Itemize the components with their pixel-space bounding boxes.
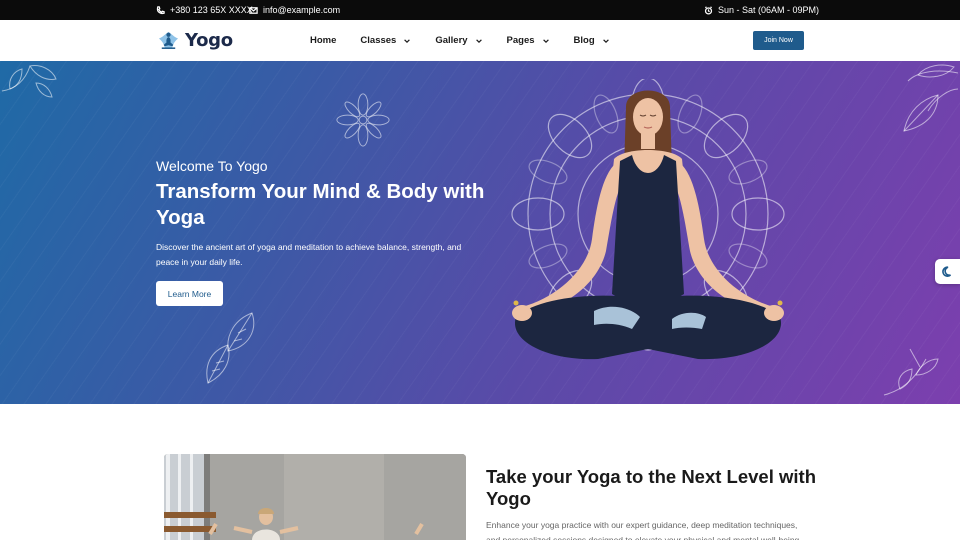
chevron-down-icon [404, 38, 411, 43]
nav-item-pages[interactable]: Pages [507, 35, 550, 46]
nav-item-label: Classes [360, 35, 397, 46]
chevron-down-icon [602, 38, 609, 43]
brand-logo[interactable]: Yogo [156, 28, 233, 53]
chevron-down-icon [475, 38, 482, 43]
alarm-clock-icon [704, 5, 713, 15]
phone-contact[interactable]: +380 123 65X XXXX [156, 0, 253, 20]
meditating-woman-image [511, 79, 785, 360]
chevron-down-icon [542, 38, 549, 43]
leaf-decoration-icon [903, 64, 959, 132]
yoga-class-photo [164, 454, 466, 540]
top-info-bar: +380 123 65X XXXX info@example.com Sun -… [0, 0, 960, 20]
phone-icon [156, 5, 165, 14]
nav-item-label: Home [310, 35, 337, 46]
nav-item-home[interactable]: Home [310, 35, 336, 46]
flower-decoration-icon [336, 93, 390, 147]
meditating-figure-logo-icon [158, 31, 179, 50]
email-contact[interactable]: info@example.com [249, 0, 340, 20]
mail-icon [249, 6, 258, 14]
email-address: info@example.com [263, 5, 341, 15]
nav-item-blog[interactable]: Blog [574, 35, 610, 46]
nav-menu: Home Classes Gallery Pages Blog [310, 20, 634, 61]
about-section-title: Take your Yoga to the Next Level with Yo… [486, 466, 816, 509]
learn-more-button[interactable]: Learn More [156, 281, 223, 306]
nav-item-label: Blog [573, 35, 595, 46]
dark-mode-toggle[interactable] [935, 259, 960, 284]
brand-name: Yogo [185, 30, 233, 51]
about-section-text: Enhance your yoga practice with our expe… [486, 520, 802, 540]
main-navigation: Yogo Home Classes Gallery Pages Blog Joi… [0, 20, 960, 61]
yoga-class-image [164, 454, 466, 540]
opening-hours: Sun - Sat (06AM - 09PM) [704, 0, 819, 20]
hero-eyebrow: Welcome To Yogo [156, 158, 268, 174]
nav-item-gallery[interactable]: Gallery [435, 35, 482, 46]
hours-text: Sun - Sat (06AM - 09PM) [718, 5, 820, 15]
hero-background-pattern [0, 61, 960, 404]
hero-description: Discover the ancient art of yoga and med… [156, 242, 462, 267]
leaf-decoration-icon [206, 312, 255, 384]
leaf-decoration-icon [883, 348, 939, 396]
leaf-decoration-icon [1, 65, 57, 98]
nav-item-label: Pages [506, 35, 535, 46]
phone-number: +380 123 65X XXXX [170, 5, 253, 15]
join-now-button[interactable]: Join Now [753, 31, 804, 50]
hero-banner: Welcome To Yogo Transform Your Mind & Bo… [0, 61, 960, 404]
moon-icon [941, 265, 951, 277]
nav-item-label: Gallery [435, 35, 468, 46]
hero-title: Transform Your Mind & Body with Yoga [156, 180, 485, 229]
nav-item-classes[interactable]: Classes [360, 35, 411, 46]
